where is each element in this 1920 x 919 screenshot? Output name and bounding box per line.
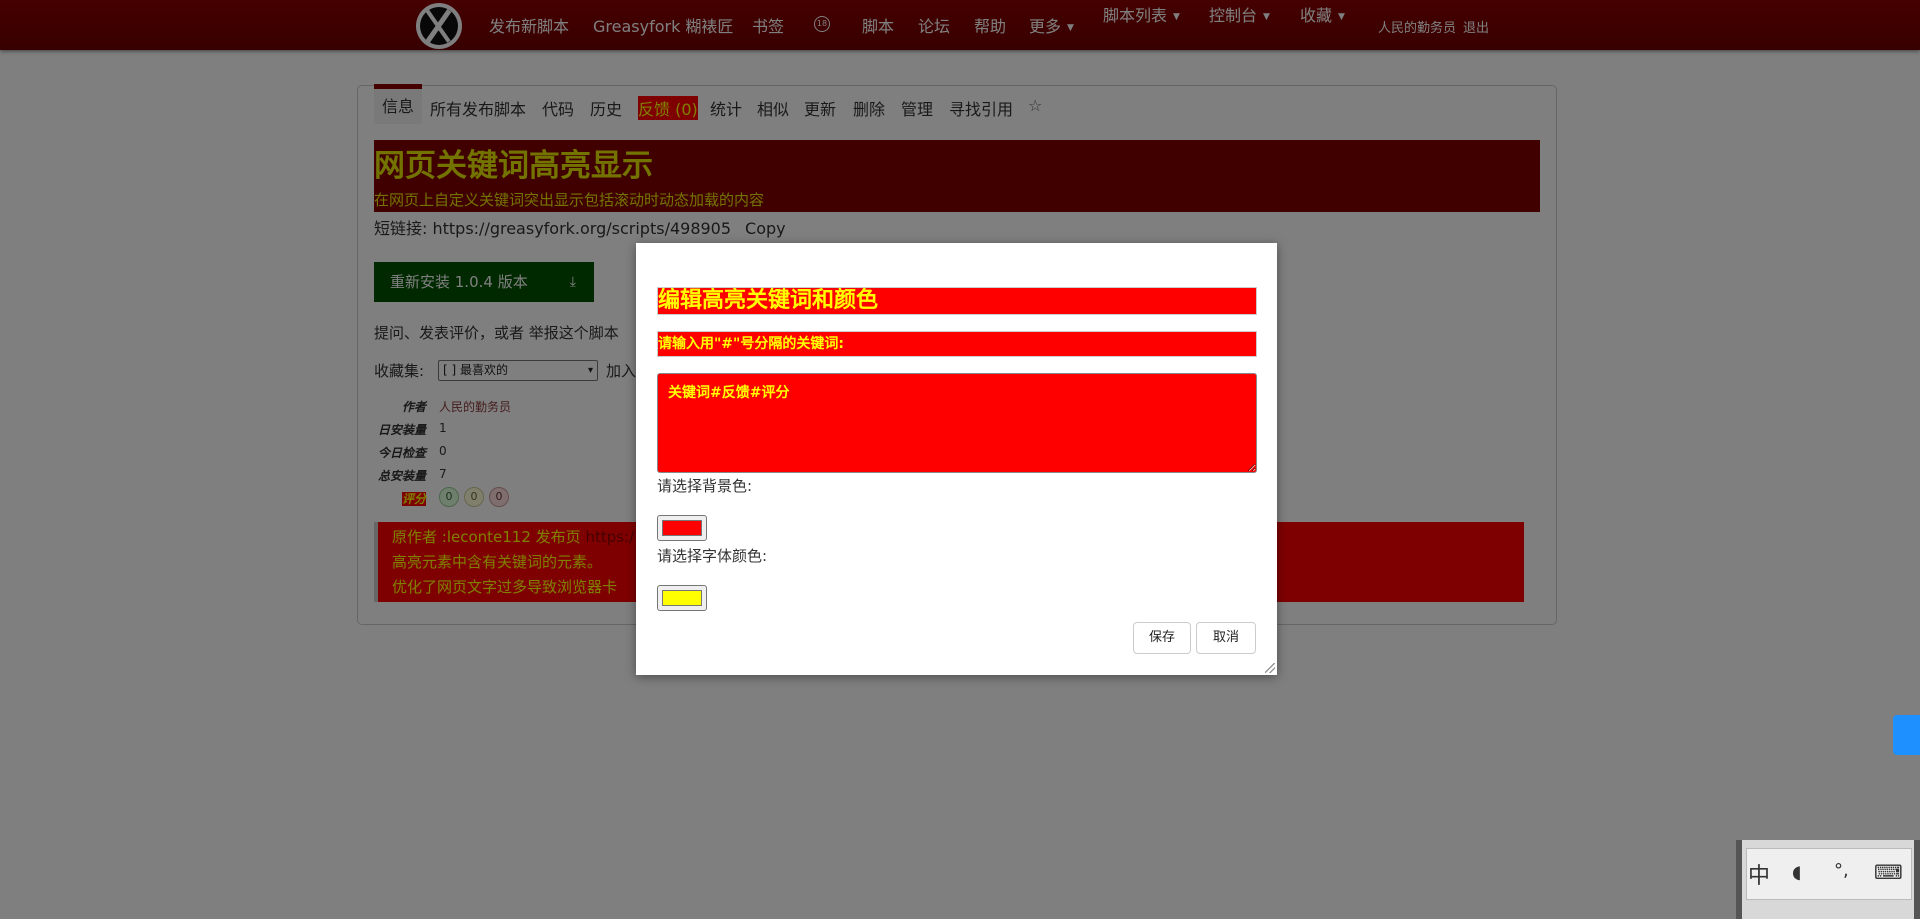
ime-punctuation-icon[interactable]: °, [1834,860,1849,881]
edit-highlight-dialog: 编辑高亮关键词和颜色 请输入用"#"号分隔的关键词: 关键词#反馈#评分 请选择… [636,243,1277,675]
ime-keyboard-icon[interactable]: ⌨ [1874,860,1903,884]
dialog-prompt: 请输入用"#"号分隔的关键词: [657,331,1257,357]
dialog-title: 编辑高亮关键词和颜色 [657,287,1257,315]
resize-handle[interactable] [1265,663,1275,673]
side-panel-tab[interactable] [1893,715,1920,755]
keywords-textarea[interactable]: 关键词#反馈#评分 [657,373,1257,473]
font-color-label: 请选择字体颜色: [657,547,768,565]
font-color-swatch [662,590,702,606]
bg-color-picker[interactable] [657,515,707,541]
save-button[interactable]: 保存 [1133,622,1191,654]
cancel-button[interactable]: 取消 [1196,622,1256,654]
bg-color-label: 请选择背景色: [657,477,753,495]
font-color-picker[interactable] [657,585,707,611]
ime-halfwidth-icon[interactable]: ◖ [1792,862,1801,883]
ime-chinese-mode-icon[interactable]: 中 [1748,858,1770,890]
bg-color-swatch [662,520,702,536]
